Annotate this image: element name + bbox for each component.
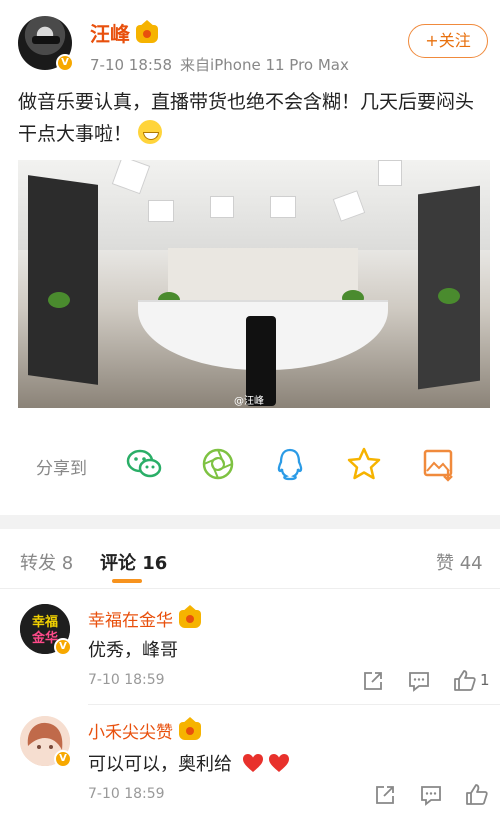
commenter-name-text[interactable]: 小禾尖尖赞: [88, 723, 173, 743]
save-image-icon[interactable]: [418, 444, 458, 484]
photo-left-screen: [28, 175, 98, 385]
commenter-avatar[interactable]: V: [20, 716, 72, 768]
author-name-text[interactable]: 汪峰: [90, 22, 130, 46]
tab-repost[interactable]: 转发 8: [20, 549, 73, 575]
comment-time: 7-10 18:59: [88, 672, 165, 688]
post-photo[interactable]: @汪峰: [18, 160, 490, 408]
verified-badge-icon: V: [54, 750, 72, 768]
post-text: 做音乐要认真，直播带货也绝不会含糊！几天后要闷头干点大事啦！: [18, 86, 488, 150]
photo-back-wall: [168, 248, 358, 308]
commenter-name[interactable]: 幸福在金华: [88, 605, 201, 631]
verified-badge-icon: V: [54, 638, 72, 656]
qq-icon[interactable]: [270, 444, 310, 484]
wechat-icon[interactable]: [124, 444, 164, 484]
comment-time: 7-10 18:59: [88, 786, 165, 802]
like-count: 1: [480, 671, 490, 689]
tab-comments[interactable]: 评论 16: [100, 549, 167, 575]
active-tab-indicator: [112, 579, 142, 583]
commenter-avatar[interactable]: 幸福 金华 V: [20, 604, 72, 656]
photo-light: [270, 196, 296, 218]
photo-watermark: @汪峰: [234, 396, 264, 407]
photo-light: [148, 200, 174, 222]
weibo-post: V 汪峰 7-10 18:58 来自iPhone 11 Pro Max +关注 做…: [0, 0, 500, 515]
post-source: 来自iPhone 11 Pro Max: [180, 56, 349, 74]
avatar-text-top: 幸福: [32, 614, 58, 630]
comment-text: 优秀，峰哥: [88, 640, 178, 661]
photo-plant: [438, 288, 460, 304]
grin-emoji-icon: [138, 120, 163, 144]
follow-button[interactable]: +关注: [408, 24, 488, 58]
comment-divider: [88, 704, 500, 705]
verified-badge-icon: V: [56, 54, 74, 72]
reply-icon[interactable]: [406, 668, 432, 694]
author-name[interactable]: 汪峰: [90, 18, 158, 47]
vip-crown-icon: [179, 717, 201, 740]
share-comment-icon[interactable]: [372, 782, 398, 808]
heart-emoji-icon: [242, 754, 263, 772]
photo-plant: [48, 292, 70, 308]
section-gap: [0, 515, 500, 529]
author-avatar[interactable]: V: [18, 16, 74, 72]
post-meta: 7-10 18:58 来自iPhone 11 Pro Max: [90, 54, 357, 75]
qzone-icon[interactable]: [344, 444, 384, 484]
comment-text-body: 可以可以，奥利给: [88, 754, 232, 775]
reply-icon[interactable]: [418, 782, 444, 808]
moments-icon[interactable]: [198, 444, 238, 484]
sunglasses-shape: [32, 36, 60, 44]
tab-likes[interactable]: 赞 44: [436, 549, 483, 575]
comment-text: 可以可以，奥利给: [88, 750, 290, 776]
comment-item: V 小禾尖尖赞 可以可以，奥利给 7-10 18:59: [0, 706, 500, 817]
photo-light: [378, 160, 402, 186]
interaction-tabs: 转发 8 评论 16 赞 44: [0, 529, 500, 589]
comment-item: 幸福 金华 V 幸福在金华 优秀，峰哥 7-10 18:59 1: [0, 590, 500, 705]
photo-light: [210, 196, 234, 218]
post-time: 7-10 18:58: [90, 56, 173, 74]
post-text-body: 做音乐要认真，直播带货也绝不会含糊！几天后要闷头干点大事啦！: [18, 91, 475, 145]
commenter-name[interactable]: 小禾尖尖赞: [88, 717, 201, 743]
vip-crown-icon: [136, 20, 158, 43]
vip-crown-icon: [179, 605, 201, 628]
heart-emoji-icon: [268, 754, 289, 772]
like-icon[interactable]: [464, 782, 490, 808]
commenter-name-text[interactable]: 幸福在金华: [88, 611, 173, 631]
share-row: 分享到: [0, 440, 500, 490]
share-label: 分享到: [36, 459, 87, 479]
like-icon[interactable]: [452, 668, 478, 694]
share-comment-icon[interactable]: [360, 668, 386, 694]
